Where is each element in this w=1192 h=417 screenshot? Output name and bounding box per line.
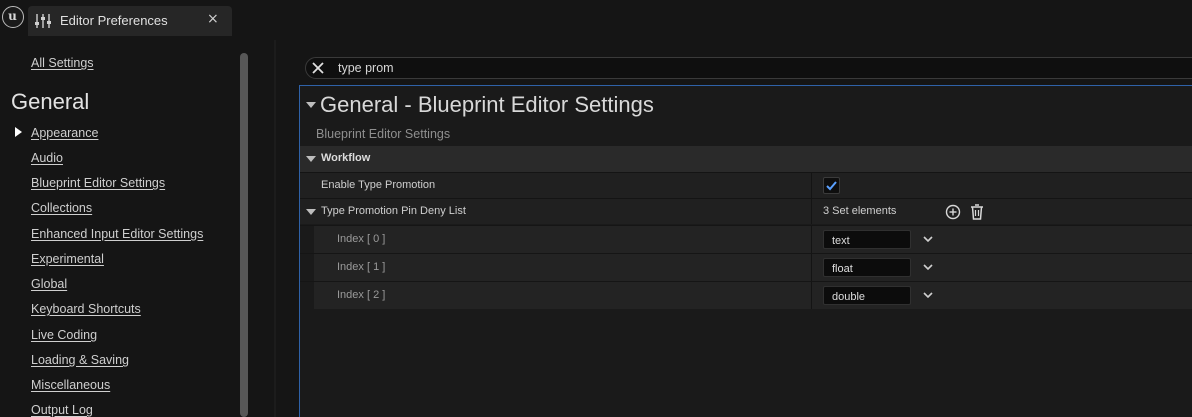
index-label: Index [ 0 ] xyxy=(337,233,386,245)
checkmark-icon xyxy=(826,181,837,191)
column-splitter[interactable] xyxy=(811,199,812,224)
chevron-down-icon[interactable] xyxy=(922,234,934,244)
enable-type-promotion-checkbox[interactable] xyxy=(823,177,840,194)
section-title: General - Blueprint Editor Settings xyxy=(320,92,654,117)
property-label: Enable Type Promotion xyxy=(321,179,436,191)
sidebar-item-miscellaneous[interactable]: Miscellaneous xyxy=(31,378,110,392)
set-element-row: Index [ 2 ] xyxy=(300,281,1192,310)
sidebar-item-output-log[interactable]: Output Log xyxy=(31,403,93,417)
sidebar-item-appearance[interactable]: Appearance xyxy=(31,126,98,140)
sidebar-item-global[interactable]: Global xyxy=(31,277,67,291)
clear-search-icon[interactable] xyxy=(310,60,326,76)
details-panel: General - Blueprint Editor Settings Blue… xyxy=(299,85,1192,417)
unreal-logo-icon: u xyxy=(2,6,24,28)
add-circle-icon[interactable] xyxy=(945,204,961,220)
category-label: Workflow xyxy=(321,152,371,164)
trash-icon[interactable] xyxy=(969,203,985,221)
sidebar-scrollbar[interactable] xyxy=(240,53,248,417)
search-box xyxy=(305,57,1192,79)
expand-arrow-icon[interactable] xyxy=(15,127,22,137)
sidebar-item-audio[interactable]: Audio xyxy=(31,151,63,165)
row-gutter xyxy=(300,282,314,310)
column-splitter[interactable] xyxy=(811,254,812,281)
logo-glyph: u xyxy=(8,9,17,23)
set-element-count: 3 Set elements xyxy=(823,205,897,217)
property-label: Type Promotion Pin Deny List xyxy=(321,205,466,217)
collapse-arrow-icon[interactable] xyxy=(306,209,316,215)
sidebar-item-collections[interactable]: Collections xyxy=(31,201,92,215)
row-gutter xyxy=(300,254,314,282)
index-label: Index [ 1 ] xyxy=(337,261,386,273)
chevron-down-icon[interactable] xyxy=(922,290,934,300)
sidebar-item-loading-saving[interactable]: Loading & Saving xyxy=(31,353,129,367)
element-value-field[interactable] xyxy=(823,286,911,305)
tab-editor-preferences[interactable]: Editor Preferences × xyxy=(28,6,232,36)
column-splitter[interactable] xyxy=(811,282,812,309)
sidebar-item-blueprint-editor-settings[interactable]: Blueprint Editor Settings xyxy=(31,176,165,190)
element-value-field[interactable] xyxy=(823,230,911,249)
sidebar-item-keyboard-shortcuts[interactable]: Keyboard Shortcuts xyxy=(31,302,141,316)
element-value-field[interactable] xyxy=(823,258,911,277)
all-settings-link[interactable]: All Settings xyxy=(31,56,94,70)
set-element-row: Index [ 0 ] xyxy=(300,225,1192,254)
sidebar-item-experimental[interactable]: Experimental xyxy=(31,252,104,266)
set-element-row: Index [ 1 ] xyxy=(300,253,1192,282)
sidebar-heading: General xyxy=(11,89,90,114)
collapse-arrow-icon[interactable] xyxy=(306,156,316,162)
collapse-arrow-icon[interactable] xyxy=(306,102,316,108)
row-gutter xyxy=(300,226,314,254)
column-splitter[interactable] xyxy=(811,226,812,253)
sidebar-item-live-coding[interactable]: Live Coding xyxy=(31,328,97,342)
tab-title: Editor Preferences xyxy=(60,13,168,28)
settings-sidebar: All Settings General Appearance Audio Bl… xyxy=(0,40,275,417)
property-row-deny-list: Type Promotion Pin Deny List 3 Set eleme… xyxy=(300,198,1192,224)
panel-splitter[interactable] xyxy=(274,40,276,417)
settings-sliders-icon xyxy=(35,14,51,28)
section-subtitle: Blueprint Editor Settings xyxy=(316,127,451,141)
property-row-enable-type-promotion: Enable Type Promotion xyxy=(300,172,1192,198)
close-icon[interactable]: × xyxy=(207,11,219,27)
category-workflow[interactable]: Workflow xyxy=(300,146,1192,172)
search-input[interactable] xyxy=(338,60,838,76)
sidebar-item-enhanced-input[interactable]: Enhanced Input Editor Settings xyxy=(31,227,203,241)
chevron-down-icon[interactable] xyxy=(922,262,934,272)
index-label: Index [ 2 ] xyxy=(337,289,386,301)
title-bar: u Editor Preferences × xyxy=(0,0,1192,40)
column-splitter[interactable] xyxy=(811,173,812,198)
